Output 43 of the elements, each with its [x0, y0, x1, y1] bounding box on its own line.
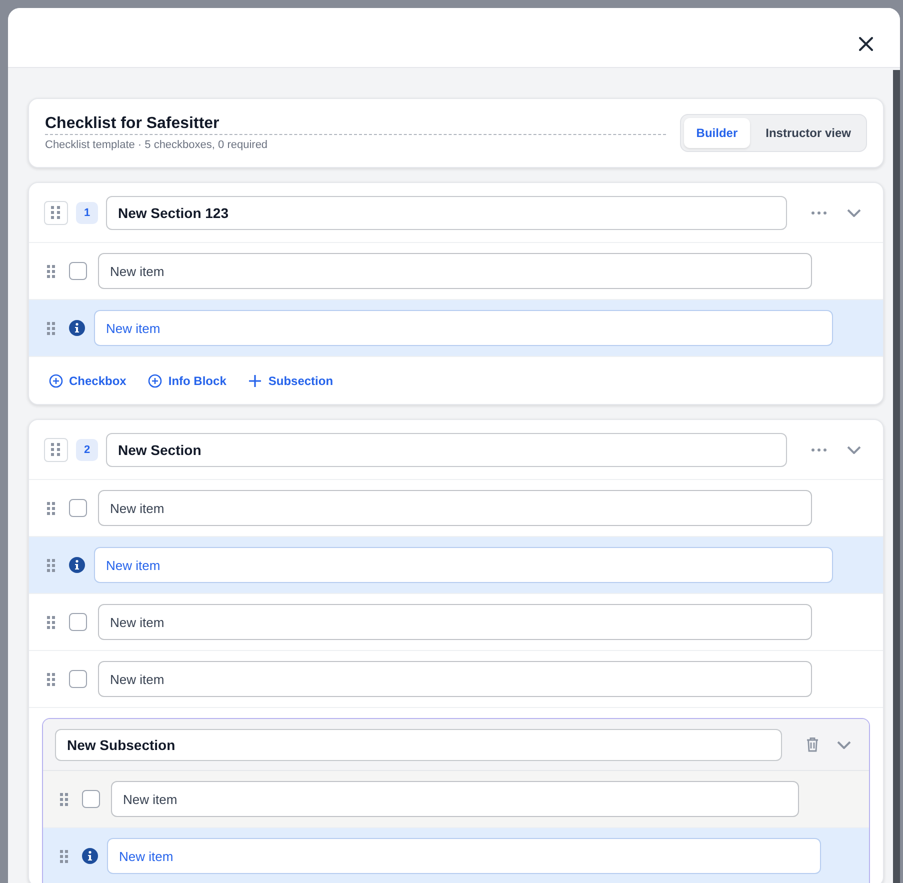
checkbox[interactable]: [82, 790, 100, 808]
circle-plus-icon: [148, 374, 162, 388]
plus-icon: [248, 374, 262, 388]
add-button[interactable]: Subsection: [248, 374, 334, 388]
drag-handle-icon[interactable]: [47, 558, 55, 572]
scrollbar[interactable]: [893, 70, 900, 883]
drag-handle-icon[interactable]: [47, 616, 55, 628]
view-tab[interactable]: Builder: [684, 118, 750, 148]
section-number: 2: [76, 438, 98, 460]
checkbox[interactable]: [69, 670, 87, 688]
drag-handle-icon[interactable]: [60, 792, 68, 806]
section-title-field[interactable]: New Section 123: [106, 196, 787, 230]
section-number: 1: [76, 202, 98, 224]
checkbox[interactable]: [69, 613, 87, 631]
item-field[interactable]: New item: [98, 661, 812, 697]
add-button[interactable]: Info Block: [148, 374, 226, 388]
item-field[interactable]: New item: [98, 253, 812, 289]
drag-handle-icon[interactable]: [60, 850, 68, 862]
info-block-field[interactable]: New item: [94, 547, 833, 583]
drag-handle-icon[interactable]: [44, 438, 68, 462]
drag-handle-icon[interactable]: [44, 200, 68, 224]
info-block-field[interactable]: New item: [94, 310, 833, 346]
info-block-field[interactable]: New item: [107, 838, 821, 874]
checklist-title[interactable]: Checklist for Safesitter: [45, 115, 666, 135]
drag-handle-icon[interactable]: [47, 672, 55, 686]
view-tab[interactable]: Instructor view: [754, 118, 863, 148]
add-button[interactable]: Checkbox: [49, 374, 126, 388]
info-icon: [82, 848, 98, 864]
item-field[interactable]: New item: [98, 490, 812, 526]
drag-handle-icon[interactable]: [47, 322, 55, 334]
drag-handle-icon[interactable]: [47, 502, 55, 514]
checkbox[interactable]: [69, 499, 87, 517]
circle-plus-icon: [49, 374, 63, 388]
checklist-subtitle: Checklist template · 5 checkboxes, 0 required: [45, 139, 269, 151]
subsection-title-field[interactable]: New Subsection: [55, 728, 782, 760]
section-title-field[interactable]: New Section: [106, 432, 787, 466]
checkbox[interactable]: [69, 262, 87, 280]
item-field[interactable]: New item: [98, 604, 812, 640]
drag-handle-icon[interactable]: [47, 264, 55, 278]
info-icon: [69, 320, 85, 336]
item-field[interactable]: New item: [111, 781, 799, 817]
info-icon: [69, 557, 85, 573]
close-icon[interactable]: [859, 37, 873, 51]
